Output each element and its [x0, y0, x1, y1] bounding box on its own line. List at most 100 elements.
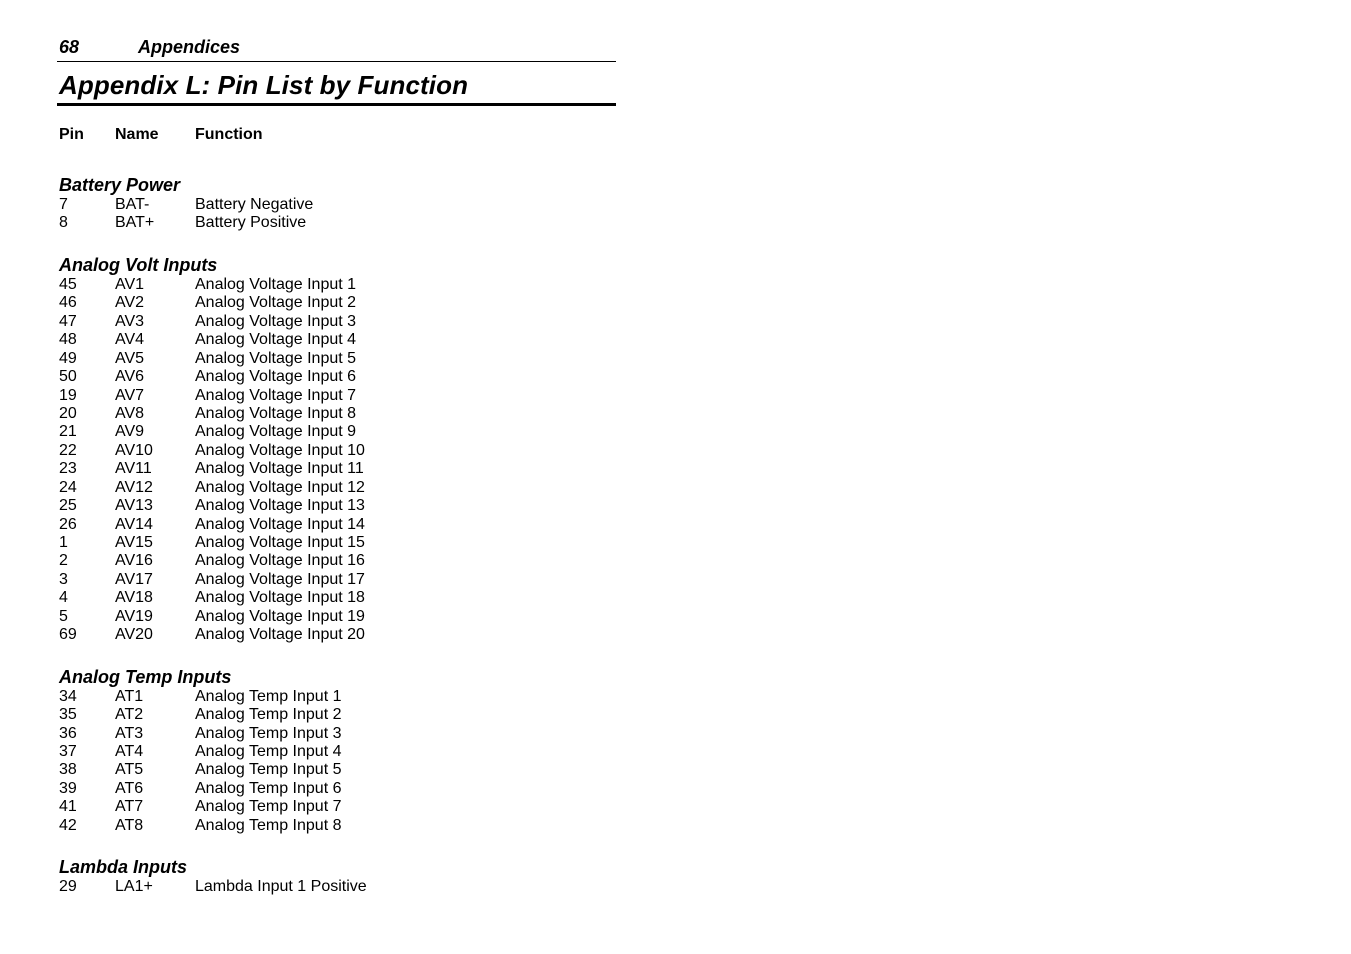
- pin-row: 26 AV14 Analog Voltage Input 14: [59, 516, 367, 534]
- pin-number: 2: [59, 552, 68, 570]
- pin-number: 1: [59, 534, 68, 551]
- pin-number: 37: [59, 742, 77, 760]
- pin-number: 38: [59, 761, 77, 779]
- pin-name: AV10: [115, 441, 153, 459]
- pin-function: Analog Voltage Input 14: [195, 515, 365, 533]
- pin-name: AV3: [115, 312, 145, 330]
- pin-number: 50: [59, 368, 77, 386]
- pin-row: 20 AV8 Analog Voltage Input 8: [59, 405, 367, 423]
- pin-name: AV16: [115, 552, 153, 570]
- pin-row: 39 AT6 Analog Temp Input 6: [59, 780, 367, 798]
- section-title: Battery Power: [59, 175, 181, 195]
- pin-function: Analog Voltage Input 5: [195, 349, 357, 367]
- pin-function: Analog Temp Input 3: [195, 724, 342, 742]
- pin-name: AT5: [115, 761, 144, 779]
- pin-row: 8 BAT+ Battery Positive: [59, 214, 367, 232]
- pin-number: 29: [59, 878, 77, 896]
- pin-row: 2 AV16 Analog Voltage Input 16: [59, 552, 367, 570]
- pin-section: Analog Volt Inputs 45 AV1 Analog Voltage In…: [59, 254, 367, 645]
- pin-row: 47 AV3 Analog Voltage Input 3: [59, 313, 367, 331]
- column-header-function: Function: [195, 126, 263, 143]
- pin-function: Analog Voltage Input 12: [195, 478, 365, 496]
- pin-function: Battery Positive: [195, 214, 307, 232]
- section-title: Analog Temp Inputs: [59, 666, 232, 687]
- pin-name: AV17: [115, 570, 153, 588]
- pin-number: 24: [59, 478, 77, 496]
- pin-name: BAT+: [115, 214, 155, 232]
- pin-row: 29 LA1+ Lambda Input 1 Positive: [59, 878, 367, 896]
- pin-number: 7: [59, 196, 68, 213]
- pin-number: 23: [59, 460, 77, 478]
- pin-function: Analog Voltage Input 2: [195, 294, 357, 312]
- pin-row: 1 AV15 Analog Voltage Input 15: [59, 534, 367, 552]
- pin-function: Analog Voltage Input 11: [195, 460, 364, 478]
- pin-number: 25: [59, 497, 77, 515]
- pin-function: Analog Voltage Input 1: [195, 275, 357, 293]
- pin-name: AT6: [115, 779, 144, 797]
- pin-row: 69 AV20 Analog Voltage Input 20: [59, 626, 367, 644]
- pin-row: 22 AV10 Analog Voltage Input 10: [59, 442, 367, 460]
- pin-function: Analog Voltage Input 8: [195, 404, 357, 422]
- column-header-pin: Pin: [59, 126, 84, 143]
- column-header-name: Name: [115, 126, 159, 143]
- pin-row: 36 AT3 Analog Temp Input 3: [59, 725, 367, 743]
- pin-number: 48: [59, 331, 77, 349]
- pin-function: Analog Temp Input 6: [195, 779, 342, 797]
- header-rule: [57, 61, 616, 62]
- pin-number: 69: [59, 626, 77, 644]
- pin-row: 34 AT1 Analog Temp Input 1: [59, 688, 367, 706]
- pin-row: 38 AT5 Analog Temp Input 5: [59, 761, 367, 779]
- pin-name: AV13: [115, 497, 153, 515]
- pin-number: 20: [59, 404, 77, 422]
- pin-function: Analog Voltage Input 3: [195, 312, 357, 330]
- pin-number: 34: [59, 687, 77, 705]
- page-number: 68: [59, 37, 80, 57]
- pin-name: AV8: [115, 404, 145, 422]
- pin-row: 48 AV4 Analog Voltage Input 4: [59, 331, 367, 349]
- pin-row: 21 AV9 Analog Voltage Input 9: [59, 423, 367, 441]
- pin-row: 42 AT8 Analog Temp Input 8: [59, 817, 367, 835]
- pin-row: 45 AV1 Analog Voltage Input 1: [59, 276, 367, 294]
- pin-name: AT7: [115, 798, 144, 816]
- pin-name: AT2: [115, 706, 144, 724]
- pin-name: AV6: [115, 368, 145, 386]
- pin-row: 4 AV18 Analog Voltage Input 18: [59, 589, 367, 607]
- pin-number: 49: [59, 349, 77, 367]
- pin-function: Analog Voltage Input 18: [195, 589, 365, 607]
- pin-number: 35: [59, 706, 77, 724]
- pin-name: AV1: [115, 275, 145, 293]
- pin-row: 25 AV13 Analog Voltage Input 13: [59, 497, 367, 515]
- pin-row: 19 AV7 Analog Voltage Input 7: [59, 387, 367, 405]
- pin-function: Analog Voltage Input 17: [195, 570, 365, 588]
- section-title: Analog Volt Inputs: [59, 254, 218, 275]
- pin-name: AV7: [115, 386, 145, 404]
- pin-function: Analog Voltage Input 16: [195, 552, 365, 570]
- pin-row: 49 AV5 Analog Voltage Input 5: [59, 350, 367, 368]
- pin-function: Analog Temp Input 7: [195, 798, 342, 816]
- pin-number: 47: [59, 312, 77, 330]
- pin-number: 22: [59, 441, 77, 459]
- pin-name: AV14: [115, 515, 153, 533]
- pin-function: Analog Temp Input 8: [195, 816, 342, 834]
- pin-name: AV11: [115, 460, 152, 478]
- pin-number: 21: [59, 423, 77, 441]
- pin-function: Analog Voltage Input 19: [195, 607, 365, 625]
- pin-name: AV15: [115, 534, 153, 551]
- pin-function: Analog Voltage Input 7: [195, 386, 357, 404]
- pin-function: Lambda Input 1 Positive: [195, 878, 367, 896]
- pin-name: AT1: [115, 687, 144, 705]
- pin-row: 23 AV11 Analog Voltage Input 11: [59, 460, 367, 478]
- pin-name: AV12: [115, 478, 153, 496]
- pin-function: Analog Temp Input 2: [195, 706, 342, 724]
- pin-number: 36: [59, 724, 77, 742]
- pin-name: AV9: [115, 423, 145, 441]
- pin-number: 3: [59, 570, 68, 588]
- pin-sections: Battery Power 7 BAT- Battery Negative 8 BAT+ B…: [59, 174, 367, 918]
- pin-function: Analog Voltage Input 6: [195, 368, 357, 386]
- pin-row: 50 AV6 Analog Voltage Input 6: [59, 368, 367, 386]
- running-title: Appendices: [138, 37, 241, 57]
- pin-row: 5 AV19 Analog Voltage Input 19: [59, 608, 367, 626]
- pin-function: Analog Temp Input 5: [195, 761, 342, 779]
- pin-number: 39: [59, 779, 77, 797]
- pin-number: 45: [59, 275, 77, 293]
